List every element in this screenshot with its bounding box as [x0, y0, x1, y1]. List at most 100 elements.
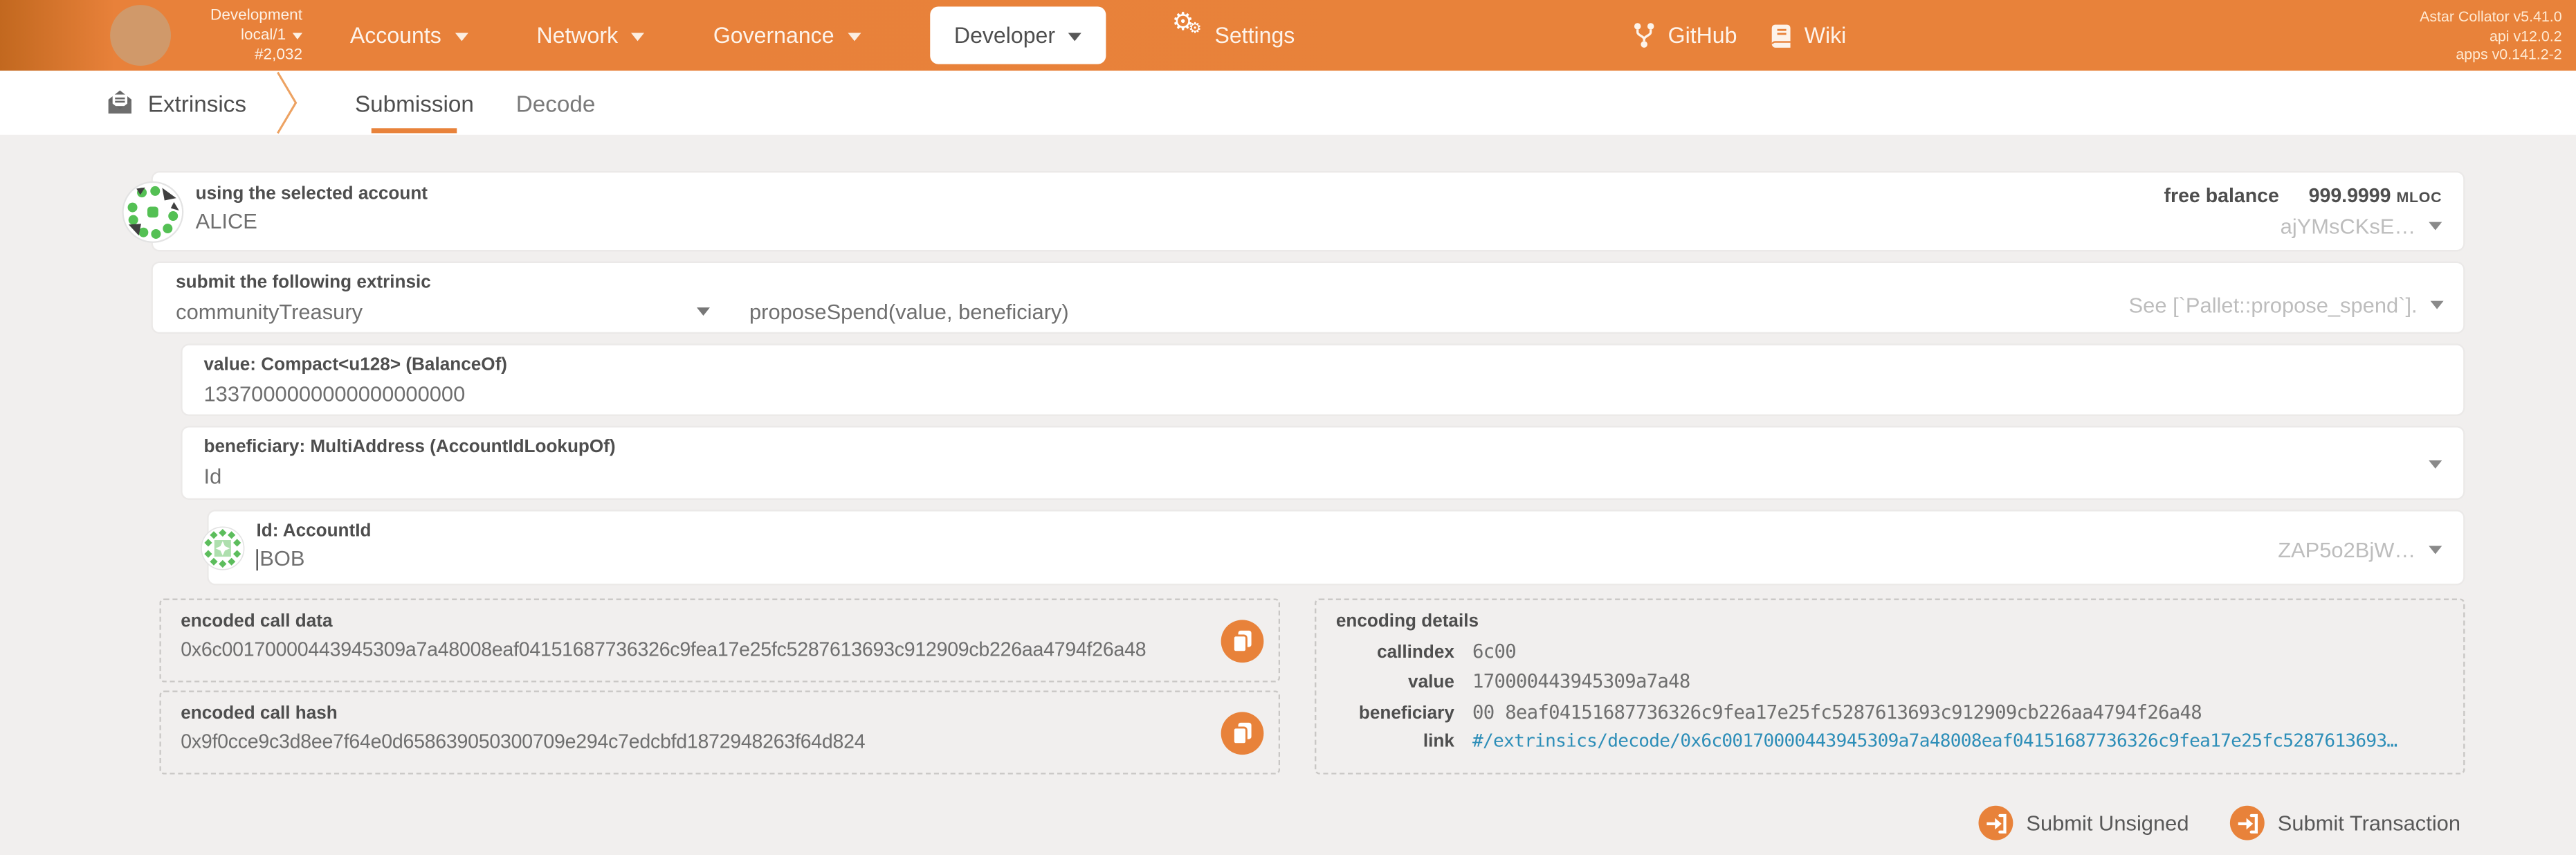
param-accountid-card: Id: AccountId BOB ZAP5o2BjW… — [207, 510, 2465, 585]
encoded-call-data-box: encoded call data 0x6c00170000443945309a… — [159, 599, 1280, 683]
nav-label: Accounts — [350, 23, 441, 48]
sign-in-icon — [1979, 806, 2013, 840]
detail-row-beneficiary: beneficiary 00 8eaf04151687736326c9fea17… — [1336, 700, 2444, 723]
tab-bar: Extrinsics Submission Decode — [0, 71, 2576, 135]
chevron-down-icon — [455, 32, 468, 40]
encoded-call-data-value: 0x6c00170000443945309a7a48008eaf04151687… — [181, 638, 1259, 661]
network-selector[interactable]: Development local/1 #2,032 — [174, 7, 302, 66]
chevron-down-icon — [697, 307, 710, 316]
breadcrumb-chevron-icon — [276, 71, 298, 135]
detail-value: 6c00 — [1472, 639, 1516, 662]
github-fork-icon — [1632, 21, 1656, 49]
encoded-call-data-label: encoded call data — [181, 612, 1259, 632]
network-endpoint: local/1 — [241, 26, 286, 46]
sign-in-icon — [2230, 806, 2265, 840]
main-menu: Accounts Network Governance Developer ⚙⚙… — [350, 0, 1295, 71]
detail-row-link: link #/extrinsics/decode/0x6c00170000443… — [1336, 730, 2444, 752]
param-beneficiary-label: beneficiary: MultiAddress (AccountIdLook… — [204, 438, 2442, 458]
param-value-card: value: Compact<u128> (BalanceOf) 1337000… — [181, 343, 2465, 416]
screenshot-viewport: Development local/1 #2,032 Accounts Netw… — [0, 0, 2576, 855]
account-field-label: using the selected account — [196, 184, 2464, 204]
method-doc-dropdown[interactable]: See [`Pallet::propose_spend`]. — [2129, 293, 2444, 318]
accountid-address-short: ZAP5o2BjW… — [2278, 538, 2415, 563]
settings-gear-icon: ⚙⚙ — [1175, 21, 1203, 49]
nav-label: Settings — [1214, 23, 1295, 48]
nav-label: Governance — [713, 23, 834, 48]
text-cursor — [257, 549, 258, 570]
param-accountid-input[interactable]: BOB — [259, 546, 304, 571]
best-block-number: #2,032 — [174, 46, 302, 66]
submit-transaction-label: Submit Transaction — [2278, 811, 2460, 836]
param-accountid-label: Id: AccountId — [257, 521, 2464, 541]
chevron-down-icon — [848, 32, 861, 40]
copy-icon — [1230, 627, 1256, 654]
github-label: GitHub — [1668, 23, 1737, 48]
submit-actions: Submit Unsigned Submit Transaction — [1979, 806, 2461, 840]
nav-label: Network — [537, 23, 619, 48]
nav-governance[interactable]: Governance — [713, 23, 861, 48]
submit-unsigned-label: Submit Unsigned — [2026, 811, 2189, 836]
node-version: Astar Collator v5.41.0 — [2420, 8, 2562, 27]
nav-label: Developer — [954, 23, 1055, 48]
nav-settings[interactable]: ⚙⚙ Settings — [1175, 21, 1295, 49]
copy-icon — [1230, 719, 1256, 746]
top-nav-bar: Development local/1 #2,032 Accounts Netw… — [0, 0, 2576, 71]
method-doc-text: See [`Pallet::propose_spend`]. — [2129, 293, 2418, 318]
encoded-call-hash-label: encoded call hash — [181, 704, 1259, 724]
extrinsic-select-card: submit the following extrinsic community… — [152, 262, 2465, 334]
submit-transaction-button[interactable]: Submit Transaction — [2230, 806, 2460, 840]
alice-identicon[interactable] — [122, 181, 184, 243]
wiki-book-icon — [1770, 22, 1793, 48]
nav-network[interactable]: Network — [537, 23, 645, 48]
extrinsics-envelope-icon — [105, 89, 135, 115]
github-link[interactable]: GitHub — [1632, 0, 1737, 71]
detail-label: beneficiary — [1336, 703, 1454, 723]
detail-row-callindex: callindex 6c00 — [1336, 639, 2444, 662]
network-logo[interactable] — [110, 5, 171, 66]
submit-unsigned-button[interactable]: Submit Unsigned — [1979, 806, 2189, 840]
tab-decode[interactable]: Decode — [516, 91, 596, 117]
network-name: Development — [174, 7, 302, 27]
chevron-down-icon — [293, 33, 302, 40]
bob-identicon[interactable] — [201, 526, 245, 570]
nav-developer[interactable]: Developer — [929, 7, 1106, 64]
method-signature[interactable]: proposeSpend(value, beneficiary) — [749, 299, 1069, 324]
chevron-down-icon — [631, 32, 644, 40]
api-version: api v12.0.2 — [2420, 27, 2562, 46]
chevron-down-icon — [1068, 32, 1081, 40]
version-info: Astar Collator v5.41.0 api v12.0.2 apps … — [2420, 8, 2562, 65]
section-title: Extrinsics — [148, 91, 246, 117]
apps-version: apps v0.141.2-2 — [2420, 46, 2562, 65]
free-balance-label: free balance — [2164, 184, 2279, 207]
detail-label: value — [1336, 672, 1454, 692]
wiki-label: Wiki — [1805, 23, 1847, 48]
free-balance-value: 999.9999 — [2309, 184, 2391, 207]
chevron-down-icon[interactable] — [2429, 460, 2442, 469]
chevron-down-icon[interactable] — [2429, 546, 2442, 555]
encoding-details-label: encoding details — [1336, 612, 2444, 632]
copy-call-data-button[interactable] — [1221, 619, 1264, 662]
detail-row-value: value 170000443945309a7a48 — [1336, 669, 2444, 692]
pallet-dropdown[interactable]: communityTreasury — [176, 299, 710, 324]
encoded-call-hash-value: 0x9f0cce9c3d8ee7f64e0d658639050300709e29… — [181, 730, 1259, 753]
polkadot-apps-root: Development local/1 #2,032 Accounts Netw… — [0, 0, 2576, 855]
detail-label: callindex — [1336, 642, 1454, 662]
param-beneficiary-dropdown[interactable]: Id — [204, 464, 2442, 489]
account-select-card[interactable]: using the selected account ALICE free ba… — [152, 171, 2465, 251]
decode-link[interactable]: #/extrinsics/decode/0x6c0017000044394530… — [1472, 730, 2397, 752]
tab-submission[interactable]: Submission — [355, 91, 474, 117]
param-value-input[interactable]: 1337000000000000000000 — [204, 381, 2442, 406]
encoded-call-hash-box: encoded call hash 0x9f0cce9c3d8ee7f64e0d… — [159, 691, 1280, 775]
nav-accounts[interactable]: Accounts — [350, 23, 468, 48]
wiki-link[interactable]: Wiki — [1770, 0, 1846, 71]
detail-value: 00 8eaf04151687736326c9fea17e25fc5287613… — [1472, 700, 2202, 723]
encoding-details-box: encoding details callindex 6c00 value 17… — [1315, 599, 2465, 775]
copy-call-hash-button[interactable] — [1221, 711, 1264, 754]
detail-value: 170000443945309a7a48 — [1472, 669, 1690, 692]
account-address-short: ajYMsCKsE… — [2281, 214, 2416, 239]
pallet-name: communityTreasury — [176, 299, 363, 324]
param-beneficiary-card: beneficiary: MultiAddress (AccountIdLook… — [181, 426, 2465, 500]
param-value-label: value: Compact<u128> (BalanceOf) — [204, 355, 2442, 375]
balance-unit: MLOC — [2396, 189, 2442, 206]
chevron-down-icon[interactable] — [2429, 222, 2442, 231]
